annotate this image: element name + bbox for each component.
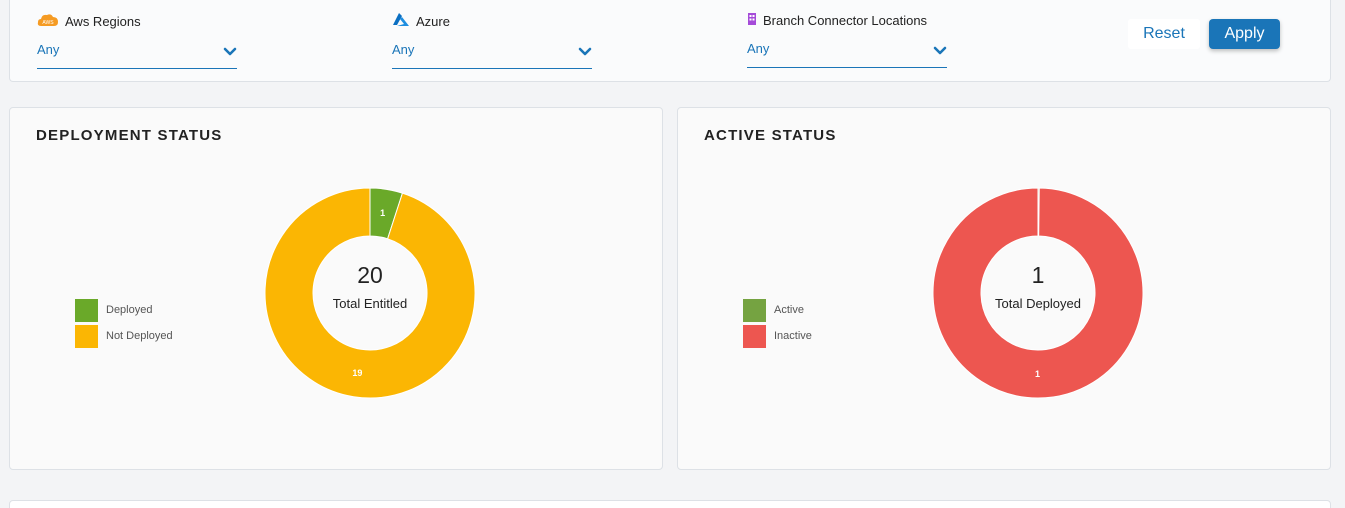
active-status-card: ACTIVE STATUS Active Inactive 1 Total De… (677, 107, 1331, 470)
aws-regions-select[interactable]: Any (37, 42, 237, 69)
legend-swatch-active (743, 298, 766, 322)
center-label: Total Deployed (995, 296, 1081, 311)
legend-label-not-deployed: Not Deployed (106, 330, 173, 342)
filter-label-branch-connector-locations: Branch Connector Locations (763, 12, 928, 28)
svg-text:AWS: AWS (42, 20, 54, 26)
deployment-status-card: DEPLOYMENT STATUS Deployed Not Deployed … (9, 107, 663, 470)
legend-swatch-deployed (75, 298, 98, 322)
slice-label: 1 (1035, 369, 1040, 379)
filter-bar: AWS Aws Regions Any Azure Any Branch Con… (9, 0, 1331, 82)
apply-button[interactable]: Apply (1209, 19, 1280, 49)
center-label: Total Entitled (333, 296, 407, 311)
legend-label-inactive: Inactive (774, 330, 812, 342)
chevron-down-icon[interactable] (578, 44, 592, 62)
filter-label-aws-regions: Aws Regions (65, 13, 141, 29)
center-value: 1 (1032, 262, 1045, 288)
active-legend: Active Inactive (743, 297, 812, 349)
azure-select[interactable]: Any (392, 42, 592, 69)
slice-label: 19 (352, 368, 362, 378)
slice-not-deployed[interactable] (264, 187, 476, 399)
aws-icon: AWS (37, 13, 59, 30)
select-value: Any (747, 41, 770, 56)
chevron-down-icon[interactable] (933, 43, 947, 61)
bottom-card (9, 500, 1331, 508)
filter-branch-connector-locations: Branch Connector Locations Any (747, 11, 947, 68)
legend-label-deployed: Deployed (106, 304, 153, 316)
slice-label: 1 (380, 208, 385, 218)
center-value: 20 (357, 262, 383, 288)
active-donut-chart: 1 Total Deployed 1 (932, 187, 1144, 399)
filter-aws-regions: AWS Aws Regions Any (37, 12, 237, 69)
slice-inactive[interactable] (932, 187, 1144, 399)
legend-item-active[interactable]: Active (743, 297, 812, 323)
deployment-legend: Deployed Not Deployed (75, 297, 173, 349)
reset-button[interactable]: Reset (1128, 19, 1200, 49)
filter-azure: Azure Any (392, 12, 592, 69)
azure-icon (392, 12, 410, 30)
legend-item-not-deployed[interactable]: Not Deployed (75, 323, 173, 349)
chevron-down-icon[interactable] (223, 44, 237, 62)
active-status-title: ACTIVE STATUS (704, 127, 837, 144)
legend-label-active: Active (774, 304, 804, 316)
legend-item-inactive[interactable]: Inactive (743, 323, 812, 349)
branch-connector-locations-select[interactable]: Any (747, 41, 947, 68)
deployment-donut-chart: 20 Total Entitled 1 19 (264, 187, 476, 399)
filter-label-azure: Azure (416, 13, 450, 29)
legend-swatch-inactive (743, 324, 766, 348)
select-value: Any (37, 42, 60, 57)
legend-item-deployed[interactable]: Deployed (75, 297, 173, 323)
select-value: Any (392, 42, 415, 57)
legend-swatch-not-deployed (75, 324, 98, 348)
building-icon (747, 12, 757, 28)
deployment-status-title: DEPLOYMENT STATUS (36, 127, 223, 144)
